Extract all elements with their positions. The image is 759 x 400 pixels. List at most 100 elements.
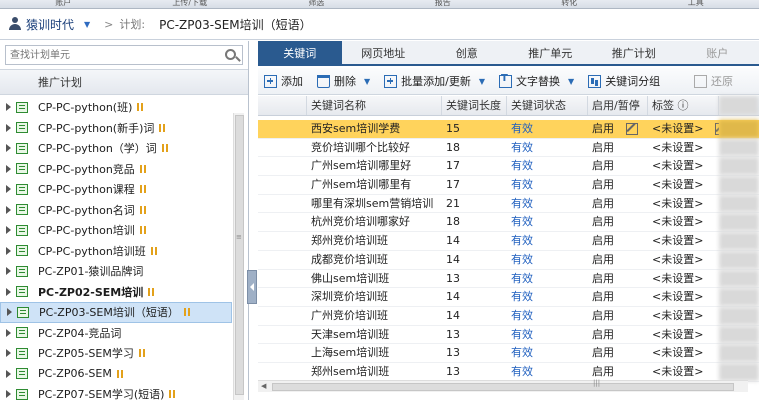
table-row[interactable]: 成都竞价培训班 14 有效 启用 <未设置> [258, 250, 759, 270]
tag-cell[interactable]: <未设置> [648, 232, 719, 250]
expand-icon[interactable] [6, 185, 11, 194]
row-select-cell[interactable] [258, 307, 307, 325]
enabled-cell[interactable]: 启用 [588, 195, 648, 213]
row-select-cell[interactable] [258, 344, 307, 362]
row-select-cell[interactable] [258, 326, 307, 344]
table-row[interactable]: 广州竞价培训班 14 有效 启用 <未设置> [258, 306, 759, 326]
table-row[interactable]: 西安sem培训学费 15 有效 启用 <未设置> [258, 120, 759, 139]
row-select-cell[interactable] [258, 288, 307, 306]
row-select-cell[interactable] [258, 363, 307, 381]
keyword-cell[interactable]: 西安sem培训学费 [307, 120, 442, 138]
enabled-cell[interactable]: 启用 [588, 120, 648, 138]
sidebar-item[interactable]: CP-PC-python课程 [0, 179, 232, 200]
tag-cell[interactable]: <未设置> [648, 195, 719, 213]
keyword-cell[interactable]: 深圳竞价培训班 [307, 288, 442, 306]
expand-icon[interactable] [6, 123, 11, 132]
collapse-sidebar-button[interactable] [247, 270, 257, 304]
enabled-cell[interactable]: 启用 [588, 307, 648, 325]
enabled-cell[interactable]: 启用 [588, 344, 648, 362]
top-nav-upload[interactable]: 上传/下载 [127, 0, 254, 8]
scrollbar-thumb[interactable] [272, 383, 734, 391]
tag-cell[interactable]: <未设置> [648, 251, 719, 269]
keyword-cell[interactable]: 天津sem培训班 [307, 326, 442, 344]
tab-plans[interactable]: 推广计划 [592, 41, 676, 64]
tab-account[interactable]: 账户 [676, 41, 759, 64]
scrollbar-thumb[interactable] [235, 115, 244, 395]
tag-cell[interactable]: <未设置> [648, 288, 719, 306]
chevron-down-icon[interactable]: ▼ [84, 20, 90, 29]
expand-icon[interactable] [6, 103, 11, 112]
tag-cell[interactable]: <未设置> [648, 139, 719, 157]
sidebar-item[interactable]: PC-ZP05-SEM学习 [0, 343, 232, 364]
enabled-cell[interactable]: 启用 [588, 326, 648, 344]
column-tag[interactable]: 标签 ⓘ [648, 96, 719, 115]
sidebar-item[interactable]: CP-PC-python名词 [0, 200, 232, 221]
enabled-cell[interactable]: 启用 [588, 288, 648, 306]
row-select-cell[interactable] [258, 270, 307, 288]
keyword-cell[interactable]: 广州sem培训哪里有 [307, 176, 442, 194]
keyword-cell[interactable]: 佛山sem培训班 [307, 270, 442, 288]
table-row[interactable]: 天津sem培训班 13 有效 启用 <未设置> [258, 325, 759, 345]
column-keyword[interactable]: 关键词名称 [307, 96, 442, 115]
keyword-cell[interactable]: 广州sem培训哪里好 [307, 157, 442, 175]
search-input[interactable] [6, 46, 216, 64]
column-enabled[interactable]: 启用/暂停 [588, 96, 648, 115]
table-row[interactable]: 佛山sem培训班 13 有效 启用 <未设置> [258, 269, 759, 289]
tab-urls[interactable]: 网页地址 [342, 41, 426, 64]
sidebar-item[interactable]: CP-PC-python(班) [0, 97, 232, 118]
sidebar-item[interactable]: CP-PC-python(新手)词 [0, 118, 232, 139]
table-row[interactable]: 上海sem培训班 13 有效 启用 <未设置> [258, 344, 759, 363]
restore-button[interactable]: 还原 [694, 73, 733, 89]
keyword-cell[interactable]: 上海sem培训班 [307, 344, 442, 362]
enabled-cell[interactable]: 启用 [588, 157, 648, 175]
sidebar-item[interactable]: CP-PC-python培训 [0, 220, 232, 241]
expand-icon[interactable] [6, 267, 11, 276]
enabled-cell[interactable]: 启用 [588, 270, 648, 288]
text-replace-button[interactable]: 文字替换 ▼ [499, 73, 574, 89]
keyword-group-button[interactable]: 关键词分组 [588, 73, 660, 89]
scroll-left-icon[interactable]: ◀ [261, 382, 266, 390]
enabled-cell[interactable]: 启用 [588, 139, 648, 157]
chevron-down-icon[interactable]: ▼ [364, 77, 370, 86]
tag-cell[interactable]: <未设置> [648, 307, 719, 325]
table-row[interactable]: 广州sem培训哪里有 17 有效 启用 <未设置> [258, 176, 759, 195]
expand-icon[interactable] [6, 205, 11, 214]
add-button[interactable]: 添加 [264, 73, 303, 89]
expand-icon[interactable] [6, 369, 11, 378]
expand-icon[interactable] [6, 328, 11, 337]
keyword-cell[interactable]: 郑州竞价培训班 [307, 232, 442, 250]
table-row[interactable]: 郑州sem培训班 13 有效 启用 <未设置> [258, 362, 759, 382]
tag-cell[interactable]: <未设置> [648, 120, 719, 138]
keyword-cell[interactable]: 郑州sem培训班 [307, 363, 442, 381]
sidebar-item[interactable]: CP-PC-python培训班 [0, 241, 232, 262]
table-row[interactable]: 深圳竞价培训班 14 有效 启用 <未设置> [258, 288, 759, 307]
top-nav-filter[interactable]: 筛选 [253, 0, 380, 8]
keyword-cell[interactable]: 哪里有深圳sem营销培训 [307, 195, 442, 213]
tag-cell[interactable]: <未设置> [648, 344, 719, 362]
batch-add-button[interactable]: 批量添加/更新 ▼ [384, 73, 485, 89]
table-row[interactable]: 广州sem培训哪里好 17 有效 启用 <未设置> [258, 157, 759, 177]
sidebar-item[interactable]: PC-ZP02-SEM培训 [0, 282, 232, 303]
sidebar-item[interactable]: PC-ZP01-猿训品牌词 [0, 261, 232, 282]
enabled-cell[interactable]: 启用 [588, 363, 648, 381]
row-select-cell[interactable] [258, 251, 307, 269]
enabled-cell[interactable]: 启用 [588, 176, 648, 194]
delete-button[interactable]: 删除 ▼ [317, 73, 370, 89]
column-status[interactable]: 关键词状态 [507, 96, 588, 115]
row-select-cell[interactable] [258, 213, 307, 231]
enabled-cell[interactable]: 启用 [588, 213, 648, 231]
row-select-cell[interactable] [258, 120, 307, 138]
expand-icon[interactable] [6, 144, 11, 153]
expand-icon[interactable] [6, 246, 11, 255]
sidebar-item[interactable]: PC-ZP04-竞品词 [0, 323, 232, 344]
row-select-cell[interactable] [258, 176, 307, 194]
edit-icon[interactable] [626, 123, 638, 135]
row-select-cell[interactable] [258, 232, 307, 250]
top-nav-tools[interactable]: 工具 [633, 0, 759, 8]
keyword-cell[interactable]: 竞价培训哪个比较好 [307, 139, 442, 157]
table-row[interactable]: 竞价培训哪个比较好 18 有效 启用 <未设置> [258, 138, 759, 158]
sidebar-item[interactable]: CP-PC-python竞品 [0, 159, 232, 180]
account-name[interactable]: 猿训时代 [26, 16, 74, 33]
table-row[interactable]: 郑州竞价培训班 14 有效 启用 <未设置> [258, 232, 759, 251]
sidebar-item[interactable]: PC-ZP06-SEM [0, 364, 232, 385]
